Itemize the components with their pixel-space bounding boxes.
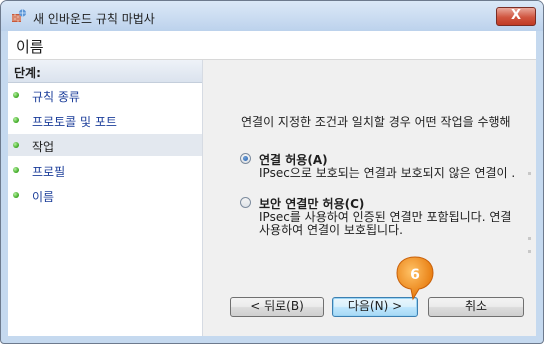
steps-heading: 단계: — [14, 66, 41, 80]
step-label: 이름 — [32, 190, 55, 204]
step-bullet-icon — [13, 92, 19, 98]
step-bullet-icon — [13, 142, 19, 148]
step-action[interactable]: 작업 — [8, 134, 202, 156]
step-label: 작업 — [32, 140, 55, 154]
step-bullet-icon — [13, 192, 19, 198]
scroll-grip — [528, 237, 531, 240]
close-button[interactable]: X — [496, 7, 536, 26]
page-header: 이름 — [8, 31, 536, 60]
wizard-window: 새 인바운드 규칙 마법사 X 이름 단계: 규칙 종류 프로토콜 및 포트 작… — [0, 0, 544, 344]
scroll-grip — [528, 172, 531, 175]
radio-selected-dot — [243, 156, 248, 161]
step-protocol-ports[interactable]: 프로토콜 및 포트 — [8, 109, 202, 131]
step-number-badge: 6 — [396, 256, 434, 301]
step-rule-type[interactable]: 규칙 종류 — [8, 84, 202, 106]
step-label: 프로토콜 및 포트 — [32, 115, 117, 129]
step-profile[interactable]: 프로필 — [8, 159, 202, 181]
step-bullet-icon — [13, 117, 19, 123]
step-label: 프로필 — [32, 165, 66, 179]
title-bar: 새 인바운드 규칙 마법사 X — [1, 1, 543, 31]
page-title: 이름 — [16, 38, 44, 56]
step-name[interactable]: 이름 — [8, 184, 202, 206]
allow-connection-radio[interactable] — [240, 153, 251, 164]
scroll-grip — [528, 250, 531, 253]
allow-secure-description-line2: 사용하여 연결이 보호됩니다. — [259, 223, 403, 237]
window-title: 새 인바운드 규칙 마법사 — [33, 12, 155, 26]
cancel-button[interactable]: 취소 — [428, 297, 524, 317]
firewall-icon — [12, 9, 27, 22]
steps-heading-bar: 단계: — [8, 60, 202, 83]
allow-connection-description: IPsec으로 보호되는 연결과 보호되지 않은 연결이 . — [259, 166, 516, 180]
back-button[interactable]: < 뒤로(B) — [230, 297, 324, 317]
steps-sidebar: 단계: 규칙 종류 프로토콜 및 포트 작업 프로필 이름 — [8, 60, 203, 336]
action-description: 연결이 지정한 조건과 일치할 경우 어떤 작업을 수행해 — [241, 115, 511, 129]
badge-number: 6 — [410, 267, 420, 283]
allow-secure-radio[interactable] — [240, 197, 251, 208]
step-bullet-icon — [13, 167, 19, 173]
main-panel: 연결이 지정한 조건과 일치할 경우 어떤 작업을 수행해 연결 허용(A) I… — [203, 60, 536, 336]
wizard-client: 이름 단계: 규칙 종류 프로토콜 및 포트 작업 프로필 이름 연결이 지정한… — [8, 31, 536, 336]
step-label: 규칙 종류 — [32, 90, 80, 104]
close-icon: X — [510, 8, 522, 23]
